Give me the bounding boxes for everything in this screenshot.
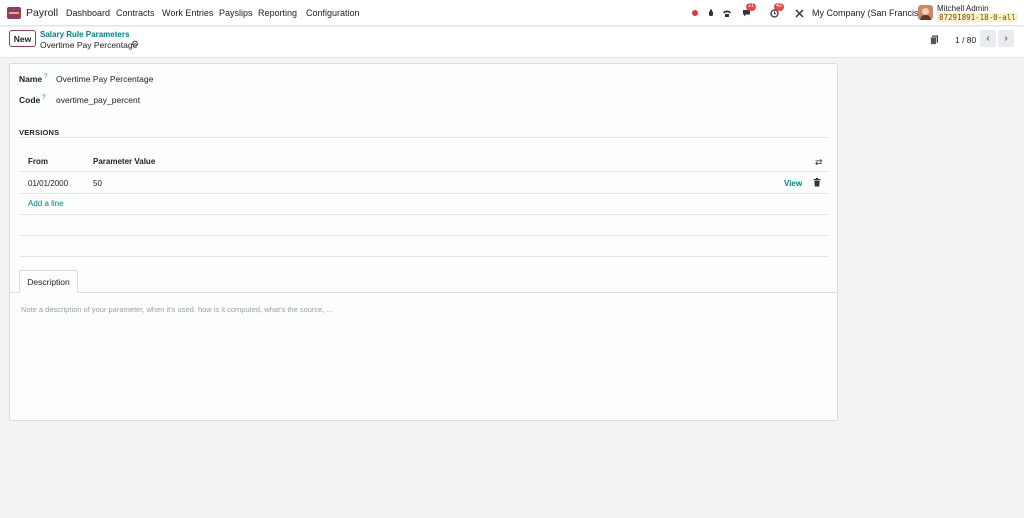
attachment-stack-icon[interactable]	[930, 35, 939, 45]
name-label: Name?	[19, 74, 48, 84]
code-label: Code?	[19, 95, 46, 105]
table-header-divider	[19, 171, 829, 172]
row-divider	[19, 193, 829, 194]
record-icon[interactable]	[691, 6, 699, 20]
notebook-divider	[10, 292, 837, 293]
column-header-parameter-value[interactable]: Parameter Value	[93, 157, 155, 166]
menu-reporting[interactable]: Reporting	[258, 8, 297, 18]
gear-icon[interactable]: ⚙	[131, 39, 139, 50]
control-panel: New Salary Rule Parameters Overtime Pay …	[0, 27, 1024, 58]
chevron-right-icon: ›	[1004, 33, 1008, 44]
menu-configuration[interactable]: Configuration	[306, 8, 360, 18]
menu-dashboard[interactable]: Dashboard	[66, 8, 110, 18]
user-avatar[interactable]	[918, 5, 933, 20]
chevron-left-icon: ‹	[986, 33, 990, 44]
code-field[interactable]: overtime_pay_percent	[56, 95, 140, 105]
app-name[interactable]: Payroll	[26, 7, 58, 19]
pager-next-button[interactable]: ›	[998, 30, 1014, 47]
top-navbar: Payroll Dashboard Contracts Work Entries…	[0, 0, 1024, 26]
tab-description[interactable]: Description	[19, 270, 78, 293]
menu-contracts[interactable]: Contracts	[116, 8, 155, 18]
help-icon[interactable]: ?	[42, 95, 45, 101]
description-field[interactable]: Note a description of your parameter, wh…	[21, 305, 333, 314]
trash-icon[interactable]	[813, 178, 821, 187]
row-parameter-value[interactable]: 50	[93, 179, 102, 188]
pager-previous-button[interactable]: ‹	[980, 30, 996, 47]
pager-value[interactable]: 1 / 80	[955, 35, 976, 45]
column-header-from[interactable]: From	[28, 157, 48, 166]
add-line-link[interactable]: Add a line	[28, 199, 64, 208]
view-button[interactable]: View	[784, 179, 802, 188]
breadcrumb-parent[interactable]: Salary Rule Parameters	[40, 30, 129, 39]
messages-icon[interactable]: 21	[739, 3, 757, 20]
company-switcher[interactable]: My Company (San Francisco)	[812, 8, 931, 18]
database-name: 87291891-18-0-all	[937, 13, 1018, 22]
row-divider	[19, 214, 829, 215]
form-sheet: Name? Overtime Pay Percentage Code? over…	[9, 63, 838, 421]
messages-badge: 21	[746, 3, 757, 11]
menu-work-entries[interactable]: Work Entries	[162, 8, 213, 18]
row-divider	[19, 235, 829, 236]
bug-icon[interactable]	[706, 6, 716, 20]
divider	[19, 137, 829, 138]
new-button[interactable]: New	[9, 30, 36, 47]
payroll-app-icon[interactable]	[7, 7, 21, 19]
activities-badge: 42	[774, 3, 785, 11]
row-from-value[interactable]: 01/01/2000	[28, 179, 68, 188]
menu-payslips[interactable]: Payslips	[219, 8, 253, 18]
row-divider	[19, 256, 829, 257]
user-name[interactable]: Mitchell Admin	[937, 4, 989, 13]
optional-columns-icon[interactable]: ⇄	[815, 157, 823, 168]
settings-tools-icon[interactable]	[794, 6, 804, 20]
name-field[interactable]: Overtime Pay Percentage	[56, 74, 153, 84]
phone-icon[interactable]	[721, 6, 733, 20]
versions-title: VERSIONS	[19, 128, 60, 137]
breadcrumb-current: Overtime Pay Percentage	[40, 40, 138, 50]
activities-icon[interactable]: 42	[767, 3, 785, 20]
help-icon[interactable]: ?	[44, 74, 47, 80]
